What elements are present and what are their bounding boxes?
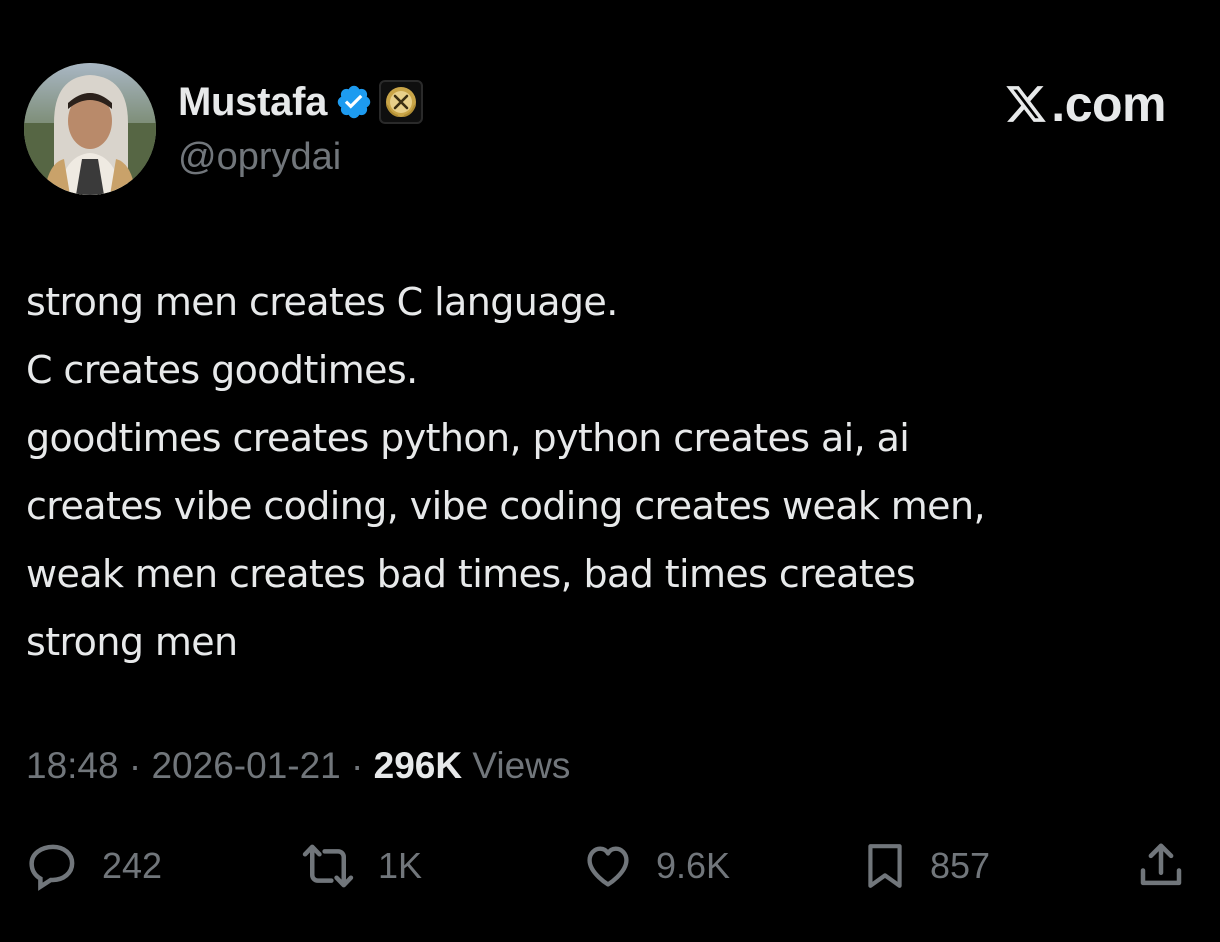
bookmark-button[interactable]: 857 — [860, 836, 990, 896]
tweet-line: weak men creates bad times, bad times cr… — [26, 552, 916, 596]
tweet-line: goodtimes creates python, python creates… — [26, 416, 910, 460]
bookmark-icon — [860, 838, 910, 894]
user-handle[interactable]: @oprydai — [178, 136, 341, 179]
tweet-meta: 18:48 · 2026-01-21 · 296K Views — [26, 745, 570, 787]
tweet-line: C creates goodtimes. — [26, 348, 418, 392]
retweet-icon — [298, 839, 358, 893]
avatar[interactable] — [24, 63, 156, 195]
tweet-date[interactable]: 2026-01-21 — [151, 745, 340, 786]
tweet-time[interactable]: 18:48 — [26, 745, 119, 786]
tweet-text: strong men creates C language. C creates… — [26, 268, 1196, 676]
verified-badge-icon[interactable] — [335, 83, 373, 121]
views-count[interactable]: 296K — [374, 745, 462, 786]
reply-button[interactable]: 242 — [24, 836, 162, 896]
brand-watermark: .com — [1003, 76, 1166, 132]
reply-icon — [24, 839, 82, 893]
retweet-button[interactable]: 1K — [298, 836, 422, 896]
meta-separator: · — [128, 745, 152, 786]
bookmark-count: 857 — [930, 845, 991, 886]
author-name-row: Mustafa — [178, 78, 424, 126]
tweet-line: creates vibe coding, vibe coding creates… — [26, 484, 986, 528]
share-icon — [1134, 839, 1188, 893]
like-button[interactable]: 9.6K — [580, 836, 730, 896]
tweet-line: strong men — [26, 620, 238, 664]
retweet-count: 1K — [378, 845, 423, 886]
brand-domain-text: .com — [1051, 76, 1166, 132]
share-button[interactable] — [1134, 836, 1188, 896]
like-count: 9.6K — [656, 845, 731, 886]
reply-count: 242 — [102, 845, 163, 886]
display-name[interactable]: Mustafa — [178, 80, 327, 125]
affiliate-x-badge-icon[interactable] — [379, 80, 424, 124]
x-logo-icon — [1003, 82, 1049, 126]
avatar-image — [24, 63, 156, 195]
tweet-line: strong men creates C language. — [26, 280, 618, 324]
meta-separator: · — [351, 745, 374, 786]
like-icon — [580, 840, 636, 892]
views-label: Views — [472, 745, 571, 786]
tweet-card: Mustafa @oprydai .com strong men creates… — [0, 0, 1220, 942]
